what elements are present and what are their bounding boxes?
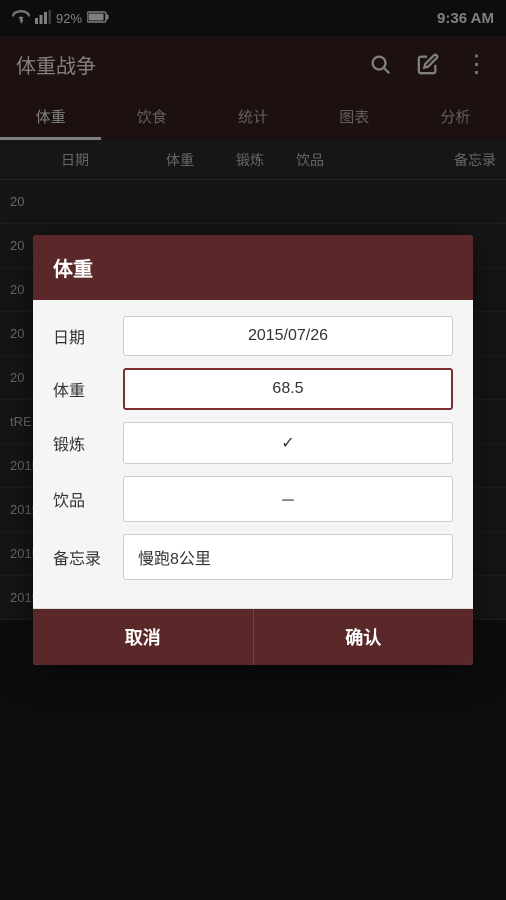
drink-label: 饮品 — [53, 487, 123, 511]
cancel-button[interactable]: 取消 — [33, 609, 254, 665]
weight-input[interactable]: 68.5 — [123, 368, 453, 410]
dialog-memo-row: 备忘录 慢跑8公里 — [53, 534, 453, 580]
date-label: 日期 — [53, 324, 123, 348]
dialog-buttons: 取消 确认 — [33, 608, 473, 665]
dialog-body: 日期 2015/07/26 体重 68.5 锻炼 ✓ 饮品 － 备忘录 慢跑8公… — [33, 300, 473, 608]
date-input[interactable]: 2015/07/26 — [123, 316, 453, 356]
exercise-input[interactable]: ✓ — [123, 422, 453, 464]
memo-label: 备忘录 — [53, 545, 123, 569]
dialog-drink-row: 饮品 － — [53, 476, 453, 522]
dialog-exercise-row: 锻炼 ✓ — [53, 422, 453, 464]
memo-input[interactable]: 慢跑8公里 — [123, 534, 453, 580]
dialog-weight-row: 体重 68.5 — [53, 368, 453, 410]
dialog-overlay: 体重 日期 2015/07/26 体重 68.5 锻炼 ✓ 饮品 － — [0, 0, 506, 900]
exercise-label: 锻炼 — [53, 431, 123, 455]
confirm-button[interactable]: 确认 — [254, 609, 474, 665]
dialog-title: 体重 — [53, 259, 93, 281]
weight-label: 体重 — [53, 377, 123, 401]
dialog-date-row: 日期 2015/07/26 — [53, 316, 453, 356]
dialog-header: 体重 — [33, 235, 473, 300]
drink-input[interactable]: － — [123, 476, 453, 522]
weight-dialog: 体重 日期 2015/07/26 体重 68.5 锻炼 ✓ 饮品 － — [33, 235, 473, 665]
